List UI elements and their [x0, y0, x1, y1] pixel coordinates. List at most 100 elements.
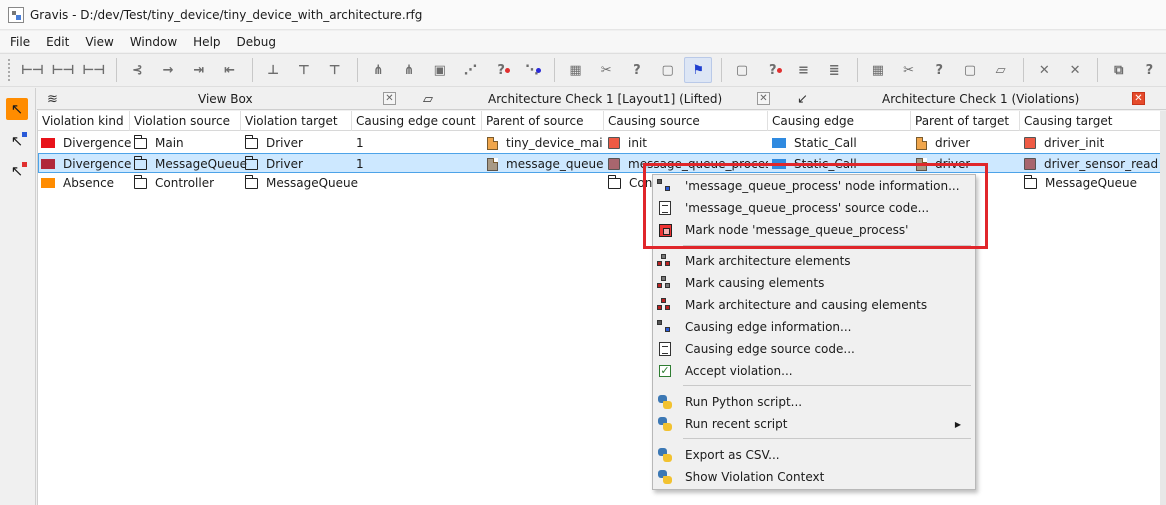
menu-item-mark-architecture[interactable]: Mark architecture elements	[653, 250, 975, 272]
node-select-icon[interactable]: ▣	[425, 57, 453, 83]
violation-source-cell: Controller	[134, 173, 214, 193]
layout-center-icon[interactable]: ⊢⊣	[49, 57, 77, 83]
column-header-parent-of-source[interactable]: Parent of source	[482, 111, 604, 131]
menu-debug[interactable]: Debug	[229, 35, 284, 49]
layout-right-icon[interactable]: ⊢⊣	[79, 57, 107, 83]
arch-check-panel-header[interactable]: ▱ Architecture Check 1 [Layout1] (Lifted…	[423, 88, 773, 110]
kind-color-swatch	[41, 178, 55, 188]
hierarchy-down-icon[interactable]: ⊤	[290, 57, 318, 83]
column-header-violation-target[interactable]: Violation target	[241, 111, 352, 131]
question-two-icon[interactable]: ?	[925, 57, 953, 83]
hierarchy-star-icon[interactable]: ⊥	[259, 57, 287, 83]
edge-branch-icon[interactable]: ⇥	[184, 57, 212, 83]
violation-source-text: MessageQueue	[155, 156, 248, 171]
menu-item-edge-source-code[interactable]: Causing edge source code...	[653, 338, 975, 360]
violation-source-text: Controller	[155, 175, 215, 190]
parent-source-text: message_queue	[506, 156, 604, 171]
parallelogram-icon[interactable]: ▱	[986, 57, 1014, 83]
edge-forward-icon[interactable]: →	[154, 57, 182, 83]
scissors-icon[interactable]: ✂	[592, 57, 620, 83]
violations-panel-header[interactable]: ↙ Architecture Check 1 (Violations)	[797, 88, 1157, 110]
file-icon	[916, 157, 927, 171]
python-icon	[657, 447, 673, 463]
menu-item-mark-causing[interactable]: Mark causing elements	[653, 272, 975, 294]
causing-source-cell: init	[608, 133, 647, 153]
menu-item-edge-information[interactable]: Causing edge information...	[653, 316, 975, 338]
menu-item-mark-node[interactable]: Mark node 'message_queue_process'	[653, 219, 975, 241]
column-header-causing-source[interactable]: Causing source	[604, 111, 768, 131]
tree-icon[interactable]: ⋔	[364, 57, 392, 83]
check-red-icon[interactable]: ≡	[789, 57, 817, 83]
menu-help[interactable]: Help	[185, 35, 228, 49]
menu-item-export-csv[interactable]: Export as CSV...	[653, 444, 975, 466]
submenu-arrow-icon: ▶	[954, 419, 961, 429]
context-menu: 'message_queue_process' node information…	[652, 174, 976, 490]
menu-view[interactable]: View	[77, 35, 121, 49]
menu-item-run-recent-script[interactable]: Run recent script ▶	[653, 413, 975, 435]
toolbar-grip-icon[interactable]	[8, 59, 12, 81]
question-mark-icon[interactable]: ?	[758, 57, 786, 83]
node-remove-icon[interactable]: ✕	[1030, 57, 1058, 83]
menu-item-mark-both[interactable]: Mark architecture and causing elements	[653, 294, 975, 316]
menu-item-show-violation-context[interactable]: Show Violation Context	[653, 466, 975, 488]
node-connect-icon[interactable]: ⋰	[456, 57, 484, 83]
layout-left-icon[interactable]: ⊢⊣	[18, 57, 46, 83]
node-remove-two-icon[interactable]: ✕	[1061, 57, 1089, 83]
violations-title: Architecture Check 1 (Violations)	[882, 92, 1080, 106]
menu-item-node-source-code[interactable]: 'message_queue_process' source code...	[653, 197, 975, 219]
node-question-icon[interactable]: ?	[1135, 57, 1163, 83]
node-stack-icon[interactable]: ⧉	[1104, 57, 1132, 83]
menu-separator	[683, 438, 971, 439]
column-header-causing-edge-count[interactable]: Causing edge count	[352, 111, 482, 131]
menu-edit[interactable]: Edit	[38, 35, 77, 49]
parent-target-text: driver	[935, 135, 971, 150]
question-icon[interactable]: ?	[623, 57, 651, 83]
vertical-scrollbar[interactable]	[1160, 111, 1166, 505]
pointer-blue-icon[interactable]: ↖	[6, 130, 28, 152]
folder-icon	[608, 174, 621, 189]
folder-icon	[245, 134, 258, 149]
menu-file[interactable]: File	[2, 35, 38, 49]
pointer-red-icon[interactable]: ↖	[6, 160, 28, 182]
menu-item-label: Accept violation...	[685, 364, 793, 378]
menu-item-accept-violation[interactable]: ✓ Accept violation...	[653, 360, 975, 382]
column-header-parent-of-target[interactable]: Parent of target	[911, 111, 1020, 131]
question-red-icon[interactable]: ?	[487, 57, 515, 83]
select-pointer-icon[interactable]: ↖	[6, 98, 28, 120]
grid-icon[interactable]: ▦	[561, 57, 589, 83]
main-toolbar: ⊢⊣ ⊢⊣ ⊢⊣ ⊰ → ⇥ ⇤ ⊥ ⊤ ⊤ ⋔ ⋔ ▣ ⋰ ? ⋱ ▦ ✂ ?…	[0, 53, 1166, 87]
causing-edge-text: Static_Call	[794, 156, 857, 171]
flag-icon[interactable]: ⚑	[683, 57, 712, 83]
grid-two-icon[interactable]: ▦	[864, 57, 892, 83]
scissors-two-icon[interactable]: ✂	[894, 57, 922, 83]
view-box-panel-header[interactable]: ≋ View Box	[47, 88, 392, 110]
violation-source-cell: Main	[134, 133, 184, 153]
tree-branch-icon[interactable]: ⋔	[395, 57, 423, 83]
accept-icon: ✓	[659, 364, 671, 377]
column-header-violation-source[interactable]: Violation source	[130, 111, 241, 131]
edge-blue-swatch	[772, 138, 786, 148]
column-header-causing-target[interactable]: Causing target	[1020, 111, 1161, 131]
menu-window[interactable]: Window	[122, 35, 185, 49]
table-row[interactable]: Divergence Main Driver 1 tiny_device_mai…	[38, 133, 1161, 153]
menu-item-node-information[interactable]: 'message_queue_process' node information…	[653, 175, 975, 197]
arch-check-close-icon[interactable]: ✕	[757, 92, 770, 105]
column-header-violation-kind[interactable]: Violation kind	[38, 111, 130, 131]
view-box-close-icon[interactable]: ✕	[383, 92, 396, 105]
violations-close-icon[interactable]: ✕	[1132, 92, 1145, 105]
table-row[interactable]: Absence Controller MessageQueue Con Mess…	[38, 173, 1161, 193]
node-marker-icon[interactable]: ⋱	[517, 57, 545, 83]
folder-icon	[134, 134, 147, 149]
hierarchy-up-icon[interactable]: ⊤	[320, 57, 348, 83]
node-pair-icon[interactable]: ▢	[653, 57, 681, 83]
layers-icon: ≋	[47, 91, 58, 107]
edge-merge-icon[interactable]: ⇤	[215, 57, 243, 83]
check-list-icon[interactable]: ≣	[820, 57, 848, 83]
causing-source-cell: message_queue_process	[608, 154, 768, 174]
table-row-selected[interactable]: Divergence MessageQueue Driver 1 message…	[38, 153, 1161, 173]
column-header-causing-edge[interactable]: Causing edge	[768, 111, 911, 131]
node-icon[interactable]: ▢	[728, 57, 756, 83]
edge-tree-icon[interactable]: ⊰	[123, 57, 151, 83]
menu-item-run-python-script[interactable]: Run Python script...	[653, 391, 975, 413]
node-pair-two-icon[interactable]: ▢	[956, 57, 984, 83]
